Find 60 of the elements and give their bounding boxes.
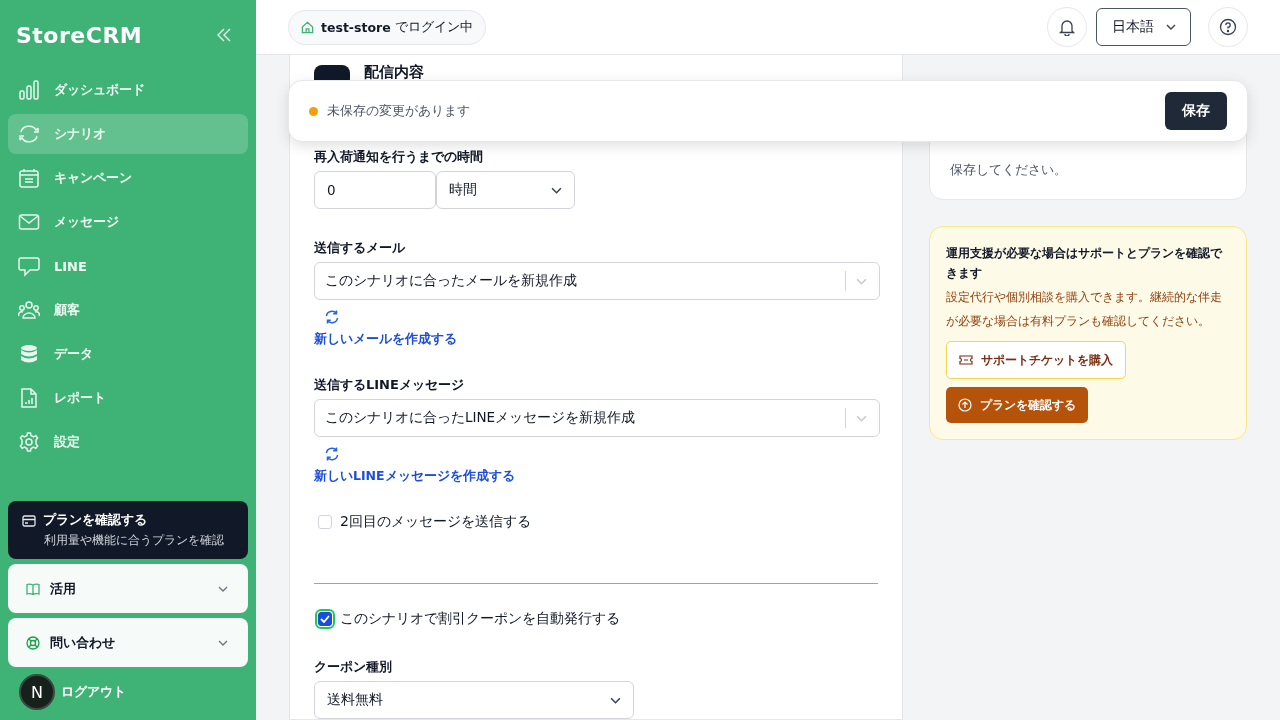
plan-subtitle: 利用量や機能に合うプランを確認 xyxy=(43,532,225,548)
upload-icon xyxy=(958,398,972,412)
select-field[interactable]: このシナリオに合ったメールを新規作成 xyxy=(314,262,880,300)
sync-icon xyxy=(18,123,40,145)
select-field[interactable]: 送料無料 xyxy=(314,681,634,719)
status-dot xyxy=(309,106,318,116)
plan-card[interactable]: プランを確認する 利用量や機能に合うプランを確認 xyxy=(8,501,248,559)
lifebuoy-icon xyxy=(26,635,40,650)
bar-chart-icon xyxy=(18,79,40,101)
card-icon xyxy=(22,514,36,527)
refresh-icon[interactable] xyxy=(324,309,340,325)
create-link[interactable]: 新しいメールを作成する xyxy=(314,331,457,348)
language-select[interactable]: 日本語 xyxy=(1096,8,1191,46)
database-icon xyxy=(18,343,40,365)
chevron-icon xyxy=(610,696,621,704)
chevron-icon xyxy=(551,186,562,194)
ticket-button[interactable]: サポートチケットを購入 xyxy=(946,341,1126,379)
field-label: クーポン種別 xyxy=(314,658,392,676)
store-badge: test-store でログイン中 xyxy=(288,9,486,45)
checkbox-label: このシナリオで割引クーポンを自動発行する xyxy=(340,610,620,628)
support-text: 設定代行や個別相談を購入できます。継続的な伴走が必要な場合は有料プランも確認してください。 xyxy=(946,289,1223,330)
mail-icon xyxy=(18,211,40,233)
accordion[interactable]: 問い合わせ xyxy=(8,618,248,667)
home-icon xyxy=(301,20,314,34)
chevron-icon xyxy=(856,277,867,285)
chat-icon xyxy=(18,255,40,277)
number-input[interactable]: 0 xyxy=(314,171,436,209)
field-label: 送信するLINEメッセージ xyxy=(314,376,464,394)
save-button[interactable]: 保存 xyxy=(1165,92,1227,130)
support-title: 運用支援が必要な場合はサポートとプランを確認できます xyxy=(946,245,1224,282)
help-button[interactable] xyxy=(1208,7,1248,47)
plan-button[interactable]: プランを確認する xyxy=(946,387,1088,423)
checkbox[interactable] xyxy=(318,612,332,626)
section-title: 配信内容 xyxy=(364,63,424,82)
accordion[interactable]: 活用 xyxy=(8,564,248,613)
ticket-icon xyxy=(959,355,973,365)
chevron-icon xyxy=(1165,24,1176,30)
checkbox-label: 2回目のメッセージを送信する xyxy=(340,513,531,531)
avatar[interactable]: N xyxy=(19,674,55,710)
logo: StoreCRM xyxy=(16,22,143,48)
report-icon xyxy=(18,387,40,409)
bell-icon xyxy=(1058,18,1076,36)
info-text: 保存してください。 xyxy=(950,162,1067,179)
chevron-icon xyxy=(856,414,867,422)
field-label: 送信するメール xyxy=(314,239,405,257)
refresh-icon[interactable] xyxy=(324,446,340,462)
select-field[interactable]: このシナリオに合ったLINEメッセージを新規作成 xyxy=(314,399,880,437)
chevron-icon xyxy=(218,639,228,646)
unsaved-message: 未保存の変更があります xyxy=(327,102,470,120)
chevron-icon xyxy=(218,585,228,592)
users-icon xyxy=(18,299,40,321)
help-icon xyxy=(1219,18,1237,36)
unit-select[interactable]: 時間 xyxy=(436,171,575,209)
notification-button[interactable] xyxy=(1047,7,1087,47)
create-link[interactable]: 新しいLINEメッセージを作成する xyxy=(314,468,515,485)
plan-title: プランを確認する xyxy=(43,512,147,529)
book-icon xyxy=(26,581,40,596)
settings-icon xyxy=(18,431,40,453)
calendar-icon xyxy=(18,167,40,189)
field-label: 再入荷通知を行うまでの時間 xyxy=(314,148,483,166)
